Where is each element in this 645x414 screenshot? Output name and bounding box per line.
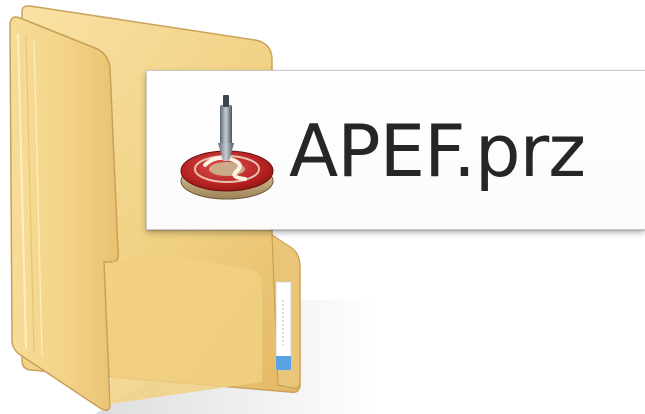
file-name-card[interactable]: APEF.prz [146, 70, 645, 230]
desktop-canvas: APEF.prz [0, 0, 645, 414]
file-name-text: APEF.prz [289, 109, 586, 193]
app-file-icon [180, 95, 274, 200]
